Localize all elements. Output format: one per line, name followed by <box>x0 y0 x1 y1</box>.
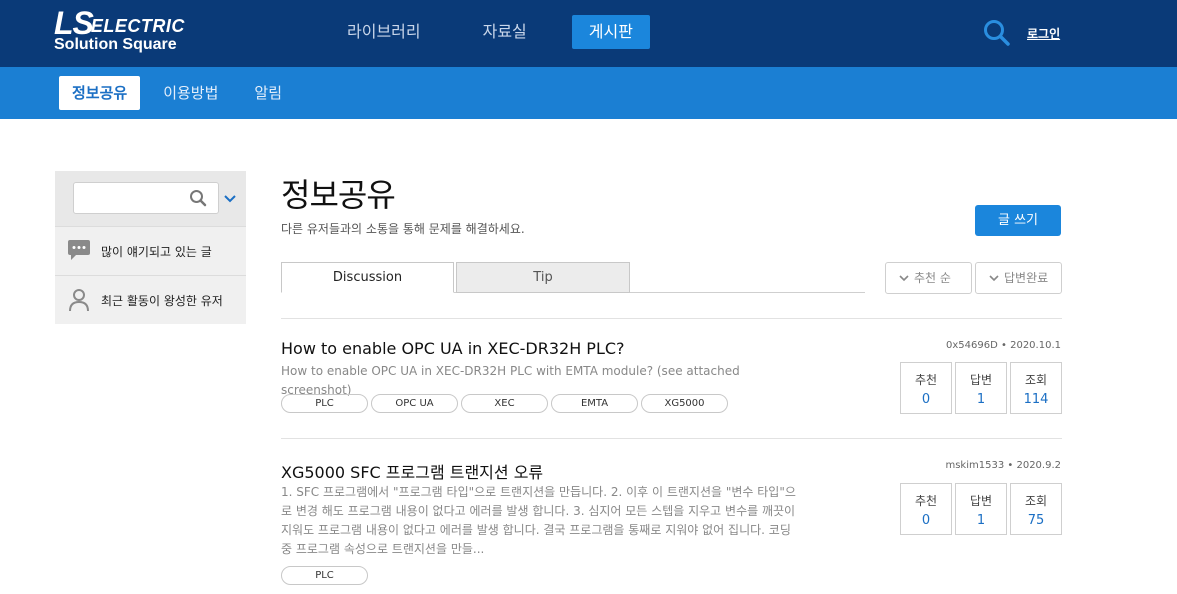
stat-value: 75 <box>1027 513 1045 528</box>
post-date: 2020.9.2 <box>1016 460 1061 471</box>
stat-value: 114 <box>1023 392 1049 407</box>
sidebar-item-active-users[interactable]: 최근 활동이 왕성한 유저 <box>55 275 246 324</box>
stat-value: 1 <box>976 513 986 528</box>
stat-value: 0 <box>921 392 931 407</box>
stat-label: 추천 <box>914 373 938 387</box>
chevron-down-icon[interactable] <box>223 190 237 204</box>
tag-chip[interactable]: OPC UA <box>371 394 458 413</box>
search-icon[interactable] <box>189 189 207 207</box>
write-post-button[interactable]: 글 쓰기 <box>975 205 1061 236</box>
chevron-down-icon <box>989 264 999 282</box>
sub-header: 정보공유 이용방법 알림 <box>0 67 1177 119</box>
stat-label: 조회 <box>1024 494 1048 508</box>
post-stats: 추천 0 답변 1 조회 75 <box>900 483 1065 535</box>
sub-nav-info-share[interactable]: 정보공유 <box>59 76 141 110</box>
sidebar-search-box <box>55 171 246 226</box>
post-author[interactable]: 0x54696D <box>946 340 998 351</box>
tag-chip[interactable]: XEC <box>461 394 548 413</box>
post-author[interactable]: mskim1533 <box>945 460 1004 471</box>
post-title[interactable]: How to enable OPC UA in XEC-DR32H PLC? <box>281 339 625 358</box>
chevron-down-icon <box>899 264 909 282</box>
sort-answered-button[interactable]: 답변완료 <box>975 262 1062 294</box>
speech-bubble-icon <box>66 239 92 263</box>
user-icon <box>66 288 92 312</box>
post-stats: 추천 0 답변 1 조회 114 <box>900 362 1065 414</box>
stat-value: 0 <box>921 513 931 528</box>
top-nav-library[interactable]: 라이브러리 <box>330 15 438 49</box>
top-header: LSELECTRIC Solution Square 라이브러리 자료실 게시판… <box>0 0 1177 67</box>
stat-views: 조회 114 <box>1010 362 1062 414</box>
sidebar-item-label: 최근 활동이 왕성한 유저 <box>101 294 223 308</box>
ls-electric-logo[interactable]: LSELECTRIC Solution Square <box>54 5 185 54</box>
tag-chip[interactable]: XG5000 <box>641 394 728 413</box>
post-tags: PLC <box>281 566 371 585</box>
stat-label: 조회 <box>1024 373 1048 387</box>
sort-recommended-button[interactable]: 추천 순 <box>885 262 972 294</box>
page-title: 정보공유 <box>281 176 396 214</box>
logo-ls-text: LS <box>54 5 94 41</box>
stat-answers: 답변 1 <box>955 483 1007 535</box>
tag-chip[interactable]: PLC <box>281 394 368 413</box>
stat-answers: 답변 1 <box>955 362 1007 414</box>
post-meta: 0x54696D • 2020.10.1 <box>946 340 1061 351</box>
stat-recommend: 추천 0 <box>900 483 952 535</box>
login-link[interactable]: 로그인 <box>1027 25 1060 42</box>
sidebar: 많이 얘기되고 있는 글 최근 활동이 왕성한 유저 <box>55 171 246 324</box>
sub-nav-how-to-use[interactable]: 이용방법 <box>150 76 231 110</box>
tag-chip[interactable]: EMTA <box>551 394 638 413</box>
list-divider <box>281 318 1062 319</box>
page-description: 다른 유저들과의 소통을 통해 문제를 해결하세요. <box>281 222 525 236</box>
stat-label: 답변 <box>969 373 993 387</box>
sort-label: 추천 순 <box>914 271 951 285</box>
meta-separator: • <box>1001 340 1011 351</box>
stat-recommend: 추천 0 <box>900 362 952 414</box>
list-divider <box>281 438 1062 439</box>
post-excerpt[interactable]: 1. SFC 프로그램에서 "프로그램 타입"으로 트랜지션을 만듭니다. 2.… <box>281 483 801 559</box>
search-icon[interactable] <box>983 19 1011 47</box>
post-meta: mskim1533 • 2020.9.2 <box>945 460 1061 471</box>
stat-label: 추천 <box>914 494 938 508</box>
post-title[interactable]: XG5000 SFC 프로그램 트랜지션 오류 <box>281 459 543 483</box>
sidebar-item-label: 많이 얘기되고 있는 글 <box>101 245 212 259</box>
post-date: 2020.10.1 <box>1010 340 1061 351</box>
sidebar-item-popular-posts[interactable]: 많이 얘기되고 있는 글 <box>55 226 246 275</box>
tab-discussion[interactable]: Discussion <box>281 262 454 293</box>
stat-label: 답변 <box>969 494 993 508</box>
top-nav: 라이브러리 자료실 게시판 <box>330 15 678 49</box>
post-tags: PLC OPC UA XEC EMTA XG5000 <box>281 394 731 413</box>
logo-electric-text: ELECTRIC <box>90 16 185 36</box>
sub-nav: 정보공유 이용방법 알림 <box>59 76 305 110</box>
logo-subtitle: Solution Square <box>54 36 177 53</box>
stat-value: 1 <box>976 392 986 407</box>
top-nav-board[interactable]: 게시판 <box>571 15 650 49</box>
top-nav-resources[interactable]: 자료실 <box>466 15 544 49</box>
stat-views: 조회 75 <box>1010 483 1062 535</box>
tag-chip[interactable]: PLC <box>281 566 368 585</box>
sort-label: 답변완료 <box>1004 271 1049 285</box>
tab-tip[interactable]: Tip <box>456 262 630 293</box>
sub-nav-notice[interactable]: 알림 <box>241 76 295 110</box>
